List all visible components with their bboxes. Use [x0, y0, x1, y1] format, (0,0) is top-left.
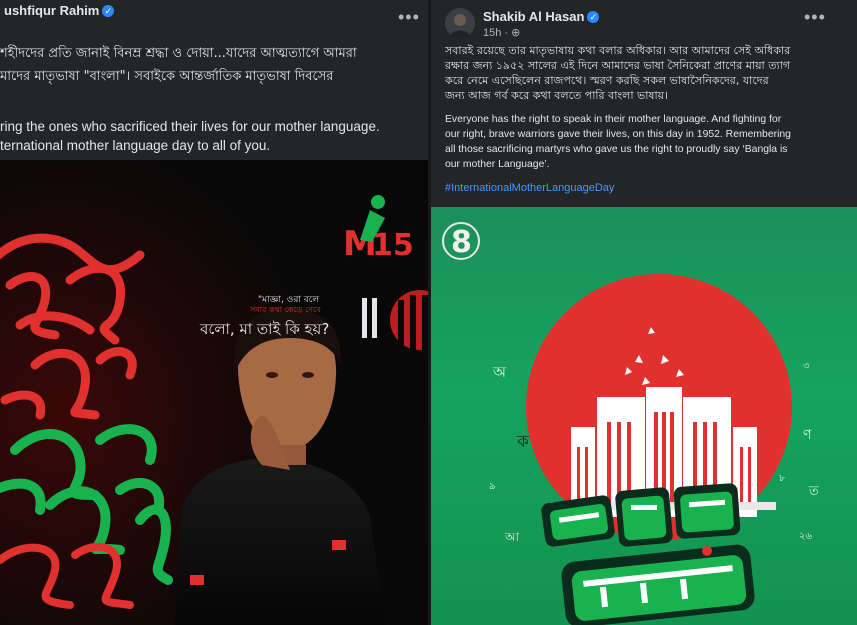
post-text-english-3: all those sacrificing martyrs who gave u… — [445, 144, 788, 155]
poster-artwork: M 15 — [0, 160, 428, 625]
post-text-bangla-1: শহীদদের প্রতি জানাই বিনম্র শ্রদ্ধা ও দোয… — [0, 46, 357, 61]
post-header: Shakib Al Hasan ✓ 15h · ⊕ ••• — [431, 0, 857, 44]
floating-letter: আ — [504, 530, 520, 544]
author-name-link[interactable]: ushfiqur Rahim ✓ — [4, 3, 115, 18]
poster-quote-line-3: বলো, মা তাই কি হয়? — [200, 320, 330, 338]
floating-letter: ২৬ — [799, 531, 813, 542]
floating-letter: ৯ — [489, 481, 496, 492]
floating-letter: অ — [492, 363, 507, 381]
poster-quote-line-2: সবার কথা কেড়ে নেবে — [250, 305, 321, 314]
post-text-english-2: our right, brave warriors gave their liv… — [445, 129, 791, 140]
floating-letter: ৮ — [779, 473, 786, 484]
post-card-shakib: Shakib Al Hasan ✓ 15h · ⊕ ••• সবারই রয়েছ… — [431, 0, 857, 625]
verified-badge-icon: ✓ — [587, 11, 600, 23]
author-name-link[interactable]: Shakib Al Hasan ✓ — [483, 9, 600, 24]
post-text-english-1: ring the ones who sacrificed their lives… — [0, 119, 380, 134]
author-name[interactable]: ushfiqur Rahim — [4, 3, 99, 18]
more-options-icon[interactable]: ••• — [804, 8, 826, 26]
post-image-poster[interactable]: M 15 "মাজ্ঞা, ওরা বলে সবার কথা কেড়ে নেব… — [0, 160, 428, 625]
post-text-english-1: Everyone has the right to speak in their… — [445, 114, 782, 125]
post-text-english-2: ternational mother language day to all o… — [0, 138, 271, 153]
avatar-image — [445, 8, 475, 38]
post-text-bangla-4: জন্য আজ গর্ব করে কথা বলতে পারি বাংলা ভাষ… — [445, 89, 669, 102]
globe-icon: ⊕ — [511, 27, 521, 39]
post-image-poster[interactable]: 8 অ ক ণ ত আ ৯ ৮ ২৬ ৩ — [431, 207, 857, 625]
sponsor-logo-mark: 8 — [451, 225, 472, 260]
floating-letter: ক — [516, 432, 530, 452]
hashtag-link[interactable]: #InternationalMotherLanguageDay — [445, 182, 614, 194]
floating-letter: ৩ — [803, 361, 810, 372]
post-header: ushfiqur Rahim ✓ ••• — [0, 0, 428, 44]
poster-artwork: 8 অ ক ণ ত আ ৯ ৮ ২৬ ৩ — [442, 222, 819, 625]
more-options-icon[interactable]: ••• — [398, 8, 420, 26]
amar-ekushey-lettering — [541, 483, 755, 625]
verified-badge-icon: ✓ — [102, 5, 115, 17]
post-card-mushfiqur: ushfiqur Rahim ✓ ••• শহীদদের প্রতি জানাই … — [0, 0, 428, 625]
floating-letter: ত — [808, 484, 819, 499]
avatar[interactable] — [445, 8, 475, 38]
sponsor-logo: 8 — [442, 222, 480, 260]
mr15-logo-number: 15 — [372, 228, 414, 263]
author-name[interactable]: Shakib Al Hasan — [483, 9, 584, 24]
post-text-bangla-2: মাদের মাতৃভাষা "বাংলা"। সবাইকে আন্তর্জাত… — [0, 69, 334, 84]
floating-letter: ণ — [803, 427, 812, 443]
post-text-english-4: our mother Language’. — [445, 159, 550, 170]
post-timestamp-row[interactable]: 15h · ⊕ — [483, 26, 520, 39]
post-time[interactable]: 15h — [483, 27, 501, 39]
